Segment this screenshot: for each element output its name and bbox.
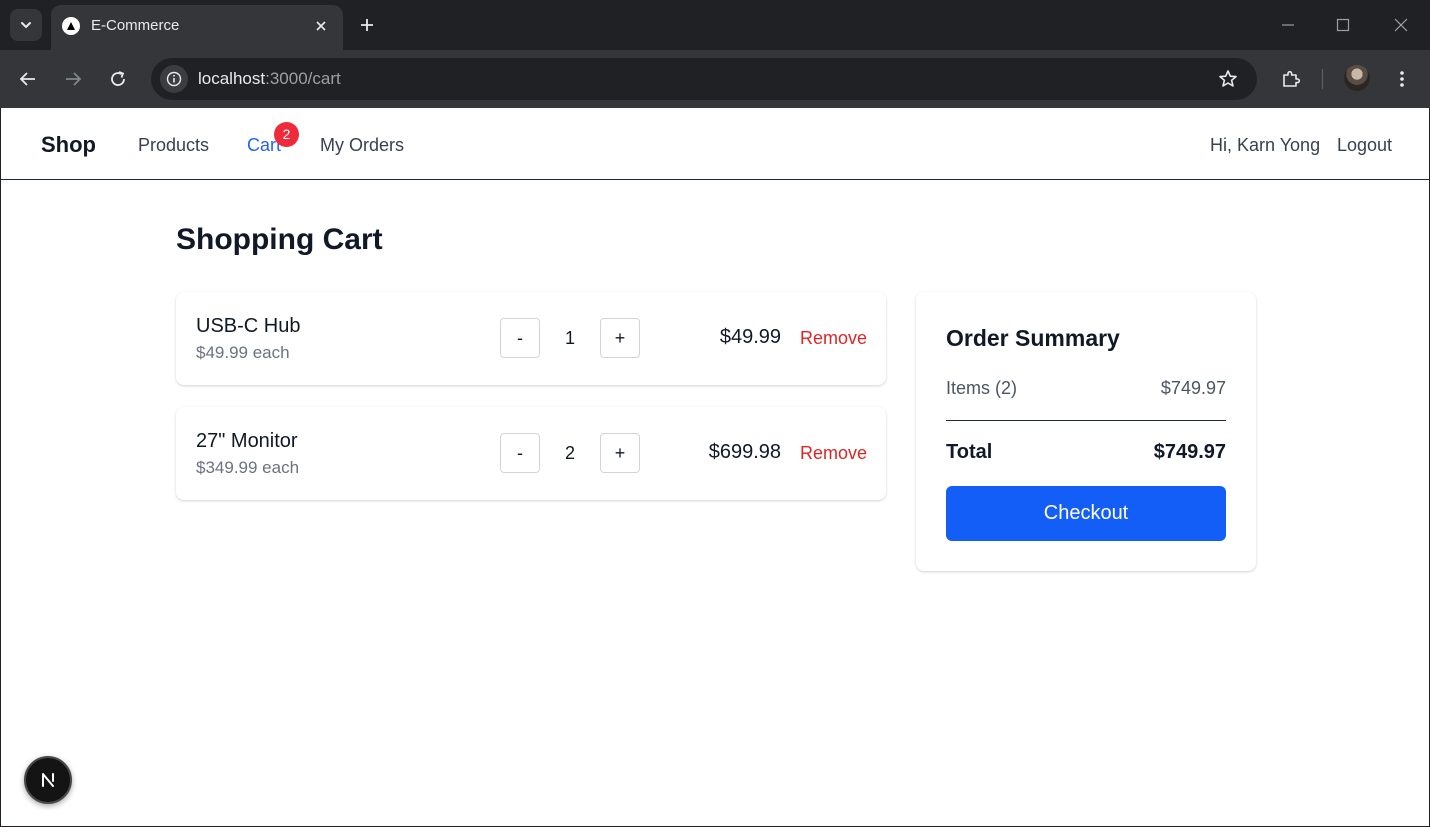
bookmark-star-icon[interactable] (1213, 64, 1243, 94)
cart-count-badge: 2 (274, 122, 299, 147)
item-unit-price: $49.99 each (196, 343, 290, 362)
page-viewport: Shop Products Cart 2 My Orders Hi, Karn … (1, 108, 1429, 826)
item-line-total: $49.99 (719, 326, 781, 348)
nav-products[interactable]: Products (138, 134, 209, 156)
browser-tab-strip: E-Commerce (0, 0, 1430, 50)
remove-item-button[interactable]: Remove (800, 442, 867, 464)
summary-items-label: Items (2) (946, 378, 1018, 398)
window-close-icon[interactable] (1386, 10, 1416, 40)
remove-item-button[interactable]: Remove (800, 327, 867, 349)
maximize-icon[interactable] (1328, 10, 1358, 40)
back-arrow-icon[interactable] (13, 64, 43, 94)
nav-my-orders[interactable]: My Orders (320, 134, 404, 156)
profile-avatar[interactable] (1344, 65, 1370, 91)
user-greeting: Hi, Karn Yong (1210, 135, 1321, 155)
summary-items-value: $749.97 (1160, 378, 1226, 398)
url-host: localhost (198, 69, 266, 88)
address-bar[interactable]: localhost:3000/cart (151, 58, 1257, 100)
item-unit-price: $349.99 each (196, 458, 300, 477)
forward-arrow-icon[interactable] (58, 64, 88, 94)
url-path: :3000/cart (265, 69, 341, 88)
brand-logo[interactable]: Shop (41, 132, 96, 158)
tab-search-button[interactable] (10, 9, 42, 41)
summary-divider (946, 420, 1226, 421)
increase-qty-button[interactable]: + (600, 433, 640, 473)
decrease-qty-button[interactable]: - (500, 318, 540, 358)
item-quantity: 2 (564, 443, 575, 463)
cart-item: USB-C Hub $49.99 each - 1 + $49.99 Remov… (176, 292, 886, 385)
toolbar-divider (1322, 69, 1323, 89)
chevron-down-icon (21, 22, 31, 29)
nextjs-logo-icon (42, 773, 54, 787)
more-menu-icon[interactable] (1387, 64, 1417, 94)
site-navbar: Shop Products Cart 2 My Orders Hi, Karn … (1, 108, 1429, 180)
summary-total-label: Total (946, 441, 993, 463)
nextjs-favicon-icon (62, 17, 80, 35)
item-line-total: $699.98 (708, 441, 781, 463)
url-text: localhost:3000/cart (198, 69, 341, 89)
nextjs-dev-tools-button[interactable] (24, 756, 72, 804)
order-summary-card: Order Summary Items (2) $749.97 Total $7… (916, 292, 1256, 571)
cart-item: 27" Monitor $349.99 each - 2 + $699.98 R… (176, 407, 886, 500)
extensions-puzzle-icon[interactable] (1276, 64, 1306, 94)
checkout-button[interactable]: Checkout (946, 486, 1226, 541)
item-quantity: 1 (564, 328, 575, 348)
logout-link[interactable]: Logout (1337, 134, 1392, 156)
site-info-icon[interactable] (160, 65, 188, 93)
browser-toolbar: localhost:3000/cart (0, 50, 1430, 108)
browser-tab[interactable]: E-Commerce (51, 5, 343, 50)
decrease-qty-button[interactable]: - (500, 433, 540, 473)
page-title: Shopping Cart (176, 223, 383, 256)
reload-icon[interactable] (103, 64, 133, 94)
minimize-icon[interactable] (1273, 10, 1303, 40)
item-name: USB-C Hub (196, 315, 301, 337)
item-name: 27" Monitor (196, 430, 298, 452)
summary-total-value: $749.97 (1153, 441, 1226, 463)
close-icon[interactable] (309, 14, 333, 38)
new-tab-plus-icon[interactable] (354, 12, 380, 38)
order-summary-title: Order Summary (946, 325, 1120, 351)
tab-title: E-Commerce (91, 17, 180, 34)
increase-qty-button[interactable]: + (600, 318, 640, 358)
